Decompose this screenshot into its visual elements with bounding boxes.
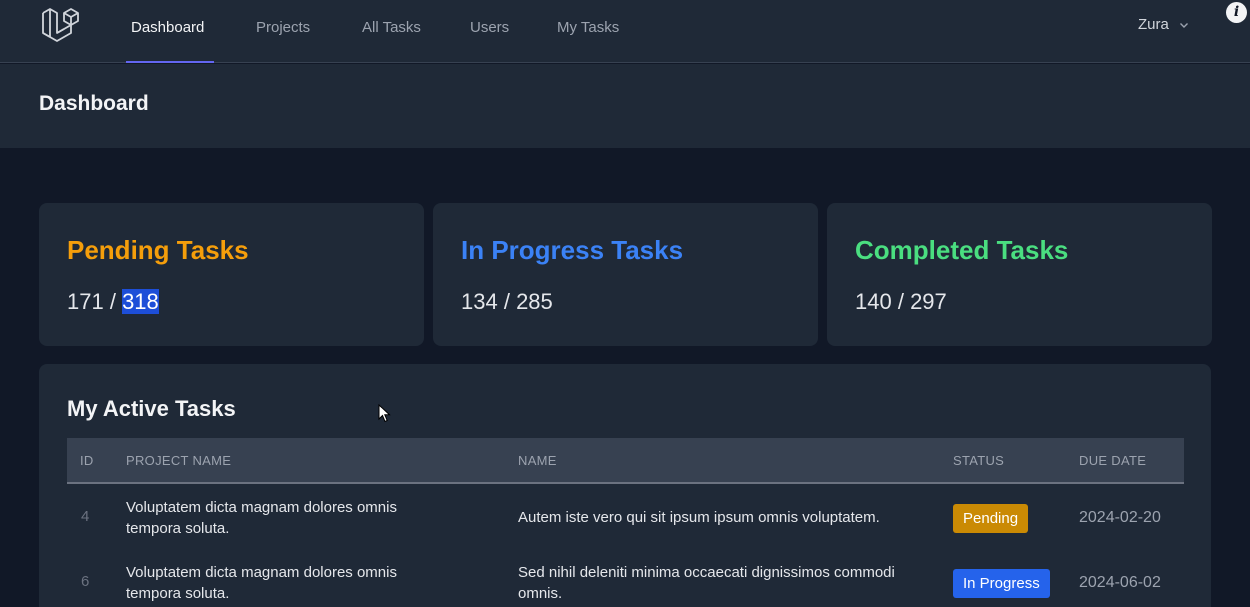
table-row[interactable]: 4 Voluptatem dicta magnam dolores omnis … xyxy=(67,486,1184,551)
info-icon[interactable]: i xyxy=(1226,2,1247,23)
nav-projects[interactable]: Projects xyxy=(256,0,310,63)
user-menu-dropdown[interactable]: Zura xyxy=(1138,16,1189,33)
task-name: Sed nihil deleniti minima occaecati dign… xyxy=(518,564,895,602)
stat-title-completed: Completed Tasks xyxy=(855,235,1069,265)
stat-title-pending: Pending Tasks xyxy=(67,235,249,265)
task-due-date: 2024-02-20 xyxy=(1079,509,1161,526)
nav-all-tasks[interactable]: All Tasks xyxy=(362,0,421,63)
stat-mine-completed: 140 xyxy=(855,289,892,314)
stat-total-completed: 297 xyxy=(910,289,947,314)
stat-value-in-progress: 134 / 285 xyxy=(461,289,553,315)
page-title: Dashboard xyxy=(39,92,149,115)
task-project-name: Voluptatem dicta magnam dolores omnis te… xyxy=(126,499,397,537)
active-tasks-title: My Active Tasks xyxy=(67,396,236,421)
nav-dashboard[interactable]: Dashboard xyxy=(131,0,204,63)
nav-users[interactable]: Users xyxy=(470,0,509,63)
user-name: Zura xyxy=(1138,16,1169,33)
stat-value-pending: 171 / 318 xyxy=(67,289,159,315)
task-id: 4 xyxy=(81,508,90,525)
stat-separator: / xyxy=(103,289,123,314)
task-id: 6 xyxy=(81,573,90,590)
stat-total-pending: 318 xyxy=(122,289,159,314)
chevron-down-icon xyxy=(1179,22,1188,28)
task-name: Autem iste vero qui sit ipsum ipsum omni… xyxy=(518,509,880,526)
nav-my-tasks[interactable]: My Tasks xyxy=(557,0,619,63)
column-header-project-name[interactable]: PROJECT NAME xyxy=(126,438,231,484)
status-badge-in-progress: In Progress xyxy=(953,569,1050,598)
task-project-name: Voluptatem dicta magnam dolores omnis te… xyxy=(126,564,397,602)
stat-mine-pending: 171 xyxy=(67,289,104,314)
column-header-name[interactable]: NAME xyxy=(518,438,557,484)
column-header-id[interactable]: ID xyxy=(80,438,94,484)
stat-separator: / xyxy=(497,289,517,314)
mouse-cursor-icon xyxy=(378,404,391,423)
column-header-due-date[interactable]: DUE DATE xyxy=(1079,438,1146,484)
stat-card-pending: Pending Tasks 171 / 318 xyxy=(39,203,424,346)
top-navbar: Dashboard Projects All Tasks Users My Ta… xyxy=(0,0,1250,63)
stat-separator: / xyxy=(891,289,911,314)
stat-total-in-progress: 285 xyxy=(516,289,553,314)
column-header-status[interactable]: STATUS xyxy=(953,438,1004,484)
stat-card-completed: Completed Tasks 140 / 297 xyxy=(827,203,1212,346)
task-due-date: 2024-06-02 xyxy=(1079,574,1161,591)
stat-mine-in-progress: 134 xyxy=(461,289,498,314)
table-row[interactable]: 6 Voluptatem dicta magnam dolores omnis … xyxy=(67,551,1184,607)
page-header xyxy=(0,64,1250,148)
stat-card-in-progress: In Progress Tasks 134 / 285 xyxy=(433,203,818,346)
table-header: ID PROJECT NAME NAME STATUS DUE DATE xyxy=(67,438,1184,484)
stat-value-completed: 140 / 297 xyxy=(855,289,947,315)
laravel-logo-icon[interactable] xyxy=(40,8,82,46)
stat-title-in-progress: In Progress Tasks xyxy=(461,235,684,265)
active-tasks-card: My Active Tasks ID PROJECT NAME NAME STA… xyxy=(39,364,1211,607)
status-badge-pending: Pending xyxy=(953,504,1029,533)
active-nav-indicator xyxy=(126,61,214,63)
